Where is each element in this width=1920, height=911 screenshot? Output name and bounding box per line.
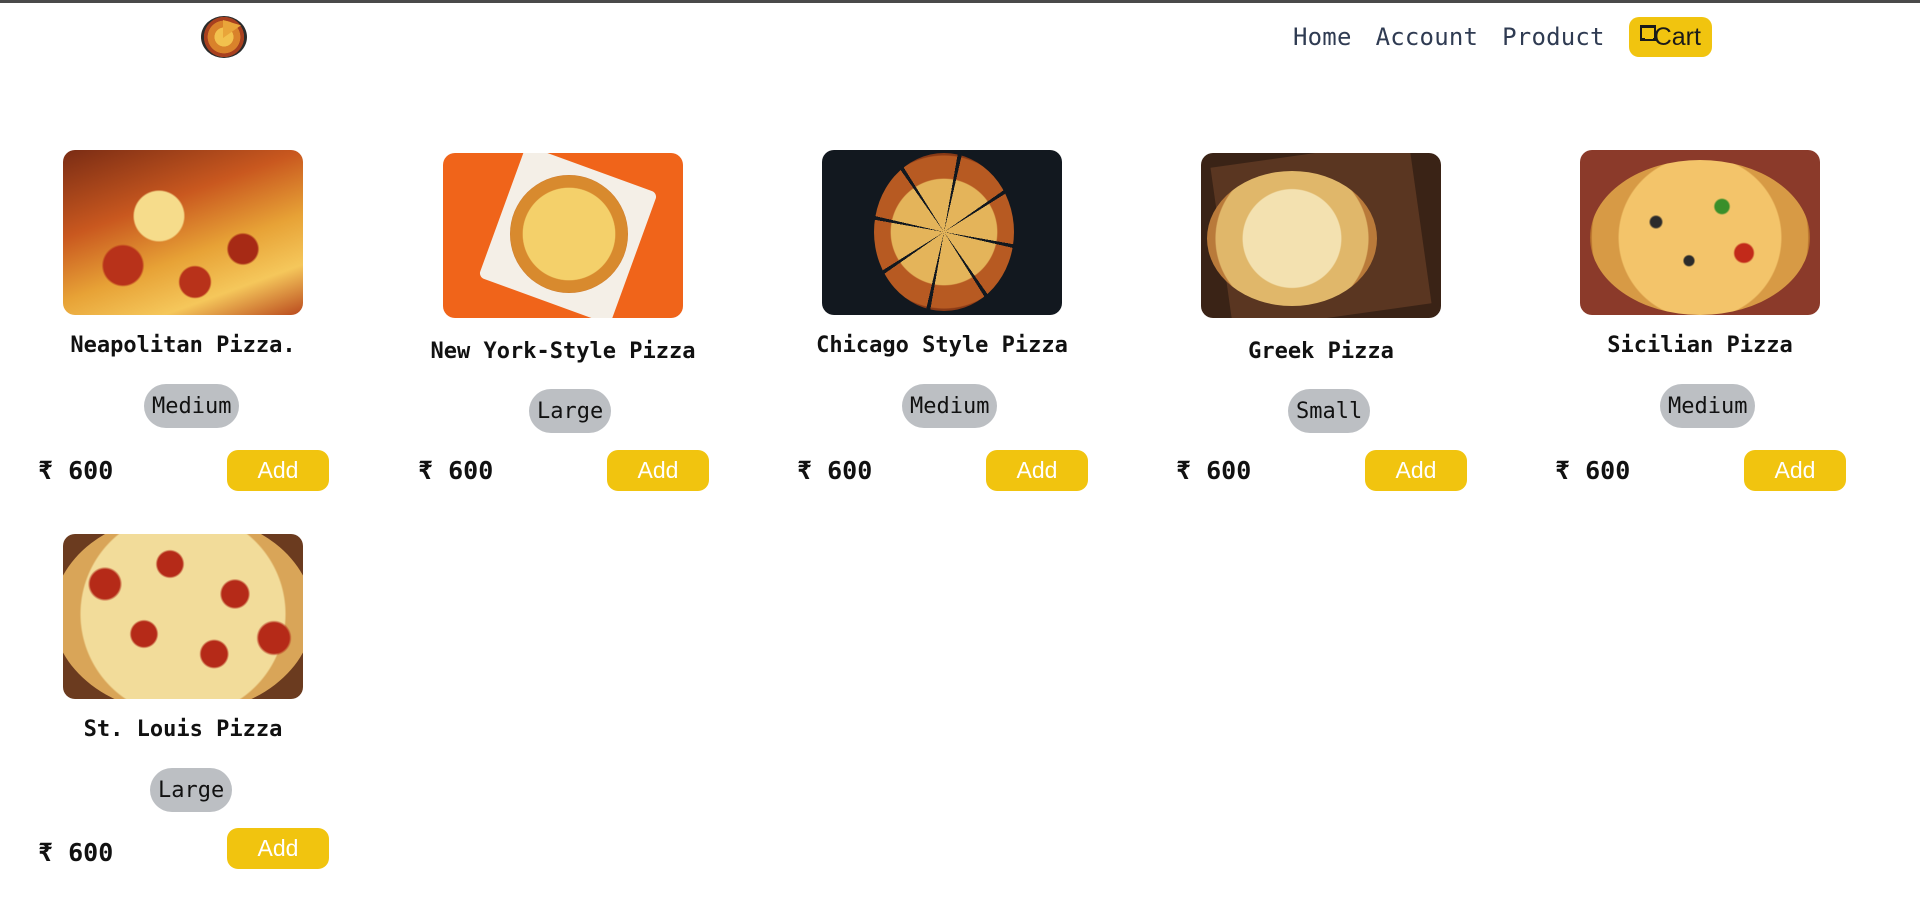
product-name: Sicilian Pizza	[1607, 333, 1793, 358]
size-badge: Large	[529, 389, 612, 433]
nav-product-link[interactable]: Product	[1502, 23, 1605, 51]
product-name: New York-Style Pizza	[430, 339, 696, 364]
product-name: Greek Pizza	[1248, 339, 1394, 364]
size-badge: Medium	[144, 384, 240, 428]
cart-label: Cart	[1653, 22, 1701, 51]
logo-slice	[223, 20, 241, 38]
product-price: ₹ 600	[38, 838, 114, 867]
product-price: ₹ 600	[418, 456, 494, 485]
navbar: Home Account Product Cart	[0, 3, 1920, 67]
product-name: Neapolitan Pizza.	[70, 333, 296, 358]
product-image	[1201, 153, 1441, 318]
size-badge: Large	[150, 768, 233, 812]
product-image	[822, 150, 1062, 315]
cart-icon	[1639, 24, 1656, 42]
product-price: ₹ 600	[38, 456, 114, 485]
product-name: Chicago Style Pizza	[816, 333, 1068, 358]
nav-links: Home Account Product Cart	[1293, 17, 1712, 57]
size-badge: Small	[1288, 389, 1371, 433]
add-button[interactable]: Add	[1365, 450, 1467, 491]
product-price: ₹ 600	[797, 456, 873, 485]
pizza-logo-icon[interactable]	[201, 16, 247, 58]
product-card: Chicago Style Pizza Medium ₹ 600 Add	[759, 150, 1088, 510]
cart-button[interactable]: Cart	[1628, 17, 1712, 57]
product-image	[63, 534, 303, 699]
product-price: ₹ 600	[1176, 456, 1252, 485]
nav-account-link[interactable]: Account	[1376, 23, 1479, 51]
add-button[interactable]: Add	[986, 450, 1088, 491]
product-card: Greek Pizza Small ₹ 600 Add	[1138, 150, 1467, 510]
product-image	[443, 153, 683, 318]
size-badge: Medium	[1660, 384, 1756, 428]
add-button[interactable]: Add	[227, 828, 329, 869]
add-button[interactable]: Add	[227, 450, 329, 491]
nav-home-link[interactable]: Home	[1293, 23, 1352, 51]
product-card: New York-Style Pizza Large ₹ 600 Add	[380, 150, 709, 510]
add-button[interactable]: Add	[1744, 450, 1846, 491]
product-image	[1580, 150, 1820, 315]
product-name: St. Louis Pizza	[83, 717, 283, 742]
product-card: St. Louis Pizza Large ₹ 600 Add	[0, 534, 329, 894]
product-card: Sicilian Pizza Medium ₹ 600 Add	[1517, 150, 1846, 510]
product-card: Neapolitan Pizza. Medium ₹ 600 Add	[0, 150, 329, 510]
product-image	[63, 150, 303, 315]
size-badge: Medium	[902, 384, 998, 428]
product-price: ₹ 600	[1555, 456, 1631, 485]
add-button[interactable]: Add	[607, 450, 709, 491]
